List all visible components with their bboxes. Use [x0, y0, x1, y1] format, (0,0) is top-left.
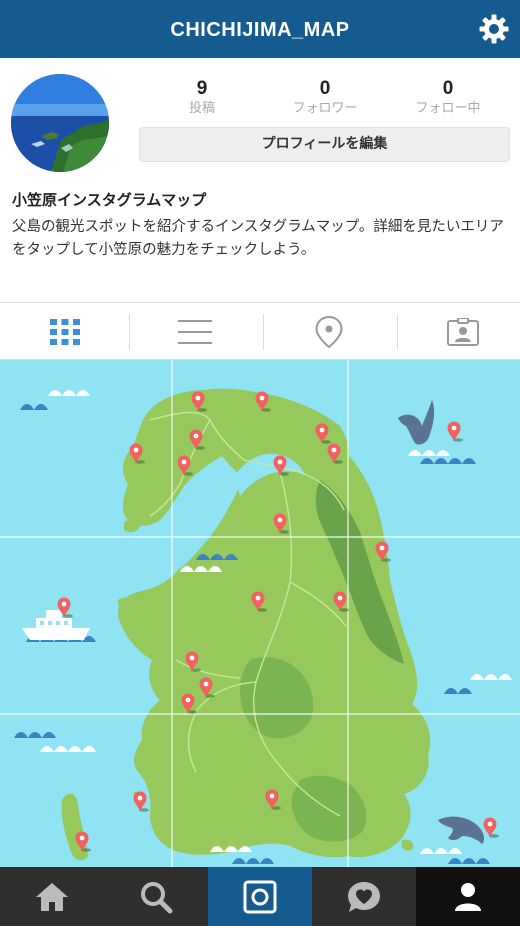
following-stat[interactable]: 0 フォロー中: [388, 78, 508, 118]
app-header: CHICHIJIMA_MAP: [0, 0, 520, 58]
camera-icon: [243, 880, 277, 913]
username-title: CHICHIJIMA_MAP: [170, 19, 350, 41]
following-label: フォロー中: [415, 101, 481, 116]
view-tabs: [0, 302, 520, 360]
search-icon: [141, 881, 173, 913]
map-pin[interactable]: [133, 791, 150, 812]
bottom-nav: [0, 867, 520, 926]
nav-profile[interactable]: [416, 867, 520, 926]
edit-profile-button[interactable]: プロフィールを編集: [139, 127, 510, 162]
island-land: [61, 388, 431, 861]
profile-bio: 父島の観光スポットを紹介するインスタグラムマップ。詳細を見たいエリアをタップして…: [12, 219, 504, 258]
home-icon: [36, 882, 68, 911]
nav-search[interactable]: [104, 867, 208, 926]
profile-icon: [455, 882, 481, 911]
dolphin-illustration: [438, 816, 485, 844]
tab-tagged[interactable]: [398, 303, 520, 360]
tagged-person-icon: [447, 317, 479, 346]
following-count: 0: [442, 78, 454, 99]
posts-label: 投稿: [188, 101, 215, 116]
grid-icon: [50, 318, 80, 345]
map-pin[interactable]: [447, 421, 464, 442]
list-icon: [178, 319, 212, 344]
gear-icon[interactable]: [478, 13, 510, 45]
activity-heart-icon: [348, 881, 380, 912]
island-map[interactable]: [0, 360, 520, 867]
nav-camera[interactable]: [208, 867, 312, 926]
whale-tail-illustration: [398, 400, 435, 445]
avatar[interactable]: [11, 74, 109, 172]
nav-home[interactable]: [0, 867, 104, 926]
location-pin-icon: [315, 315, 343, 348]
tab-list[interactable]: [130, 303, 260, 360]
tab-location[interactable]: [264, 303, 394, 360]
followers-count: 0: [319, 78, 331, 99]
map-pin[interactable]: [483, 817, 500, 838]
followers-stat[interactable]: 0 フォロワー: [265, 78, 385, 118]
posts-count: 9: [196, 78, 208, 99]
tab-grid[interactable]: [0, 303, 130, 360]
followers-label: フォロワー: [292, 101, 358, 116]
ferry-illustration: [22, 610, 90, 640]
nav-activity[interactable]: [312, 867, 416, 926]
posts-stat[interactable]: 9 投稿: [142, 78, 262, 118]
profile-name: 小笠原インスタグラムマップ: [12, 191, 207, 209]
